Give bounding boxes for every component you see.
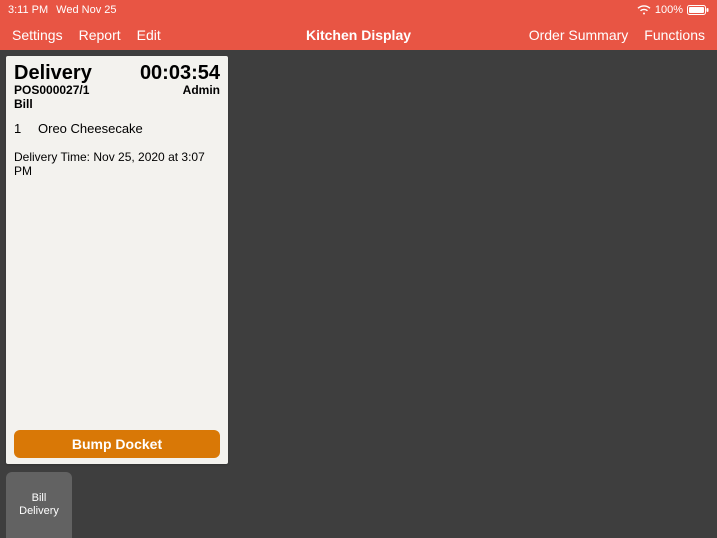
wifi-icon	[637, 5, 651, 15]
nav-bar: Settings Report Edit Kitchen Display Ord…	[0, 20, 717, 50]
item-name: Oreo Cheesecake	[38, 121, 143, 136]
battery-percent: 100%	[655, 4, 683, 16]
battery-icon	[687, 5, 709, 15]
nav-report[interactable]: Report	[79, 27, 121, 43]
page-title: Kitchen Display	[306, 27, 411, 43]
item-qty: 1	[14, 121, 24, 136]
docket-timer: 00:03:54	[140, 62, 220, 85]
docket-order-id: POS000027/1	[14, 83, 89, 97]
bump-docket-button[interactable]: Bump Docket	[14, 430, 220, 458]
status-date: Wed Nov 25	[56, 4, 116, 16]
docket-type: Delivery	[14, 62, 92, 85]
nav-edit[interactable]: Edit	[137, 27, 161, 43]
status-time: 3:11 PM	[8, 4, 48, 16]
nav-order-summary[interactable]: Order Summary	[529, 27, 629, 43]
docket-user: Admin	[183, 83, 220, 97]
ios-status-bar: 3:11 PM Wed Nov 25 100%	[0, 0, 717, 20]
docket-customer: Bill	[14, 97, 220, 111]
docket-item: 1 Oreo Cheesecake	[14, 121, 220, 136]
nav-functions[interactable]: Functions	[644, 27, 705, 43]
delivery-time: Delivery Time: Nov 25, 2020 at 3:07 PM	[14, 150, 220, 178]
station-tab-line1: Bill	[19, 492, 59, 505]
station-tab[interactable]: Bill Delivery	[6, 472, 72, 538]
workspace: Delivery 00:03:54 POS000027/1 Admin Bill…	[0, 50, 717, 538]
order-docket[interactable]: Delivery 00:03:54 POS000027/1 Admin Bill…	[6, 56, 228, 464]
station-tab-line2: Delivery	[19, 505, 59, 518]
nav-settings[interactable]: Settings	[12, 27, 63, 43]
